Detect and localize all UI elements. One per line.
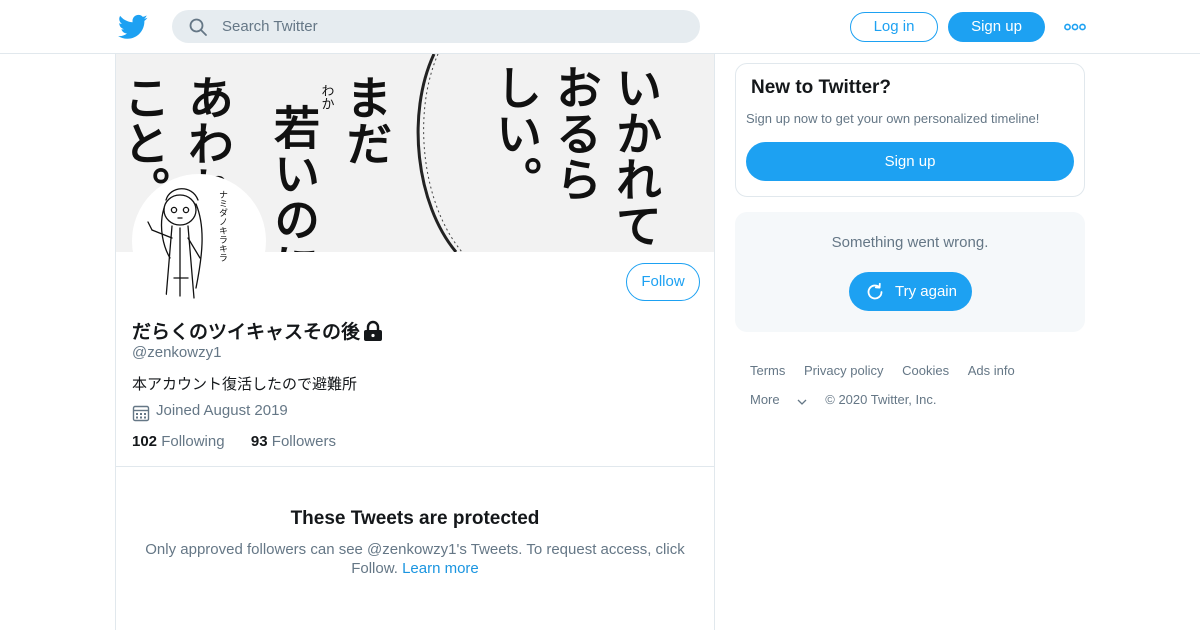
try-again-button[interactable]: Try again [849, 272, 972, 311]
footer-more-menu[interactable]: More [750, 392, 807, 408]
footer-more-label: More [750, 392, 780, 407]
following-label: Following [161, 433, 225, 450]
login-button[interactable]: Log in [850, 12, 938, 42]
joined-date: Joined August 2019 [156, 402, 288, 419]
refresh-icon [867, 282, 883, 300]
search-box[interactable] [172, 10, 700, 43]
try-again-label: Try again [895, 283, 957, 300]
protected-title: These Tweets are protected [290, 508, 540, 529]
footer-link-cookies[interactable]: Cookies [902, 363, 949, 379]
banner-column-6: おるら [549, 64, 603, 202]
followers-link[interactable]: 93 Followers [251, 433, 336, 450]
profile-handle: @zenkowzy1 [132, 344, 222, 361]
footer: Terms Privacy policy Cookies Ads info Mo… [750, 363, 1080, 421]
footer-link-ads-info[interactable]: Ads info [968, 363, 1015, 379]
more-dots-icon[interactable] [1064, 22, 1086, 32]
search-input[interactable] [222, 10, 682, 43]
calendar-icon [132, 405, 150, 422]
lock-icon [364, 320, 382, 341]
section-divider [116, 466, 714, 467]
following-count: 102 [132, 433, 158, 450]
new-to-twitter-subtitle: Sign up now to get your own personalized… [746, 111, 1040, 126]
footer-copyright: © 2020 Twitter, Inc. [825, 392, 937, 407]
followers-label: Followers [271, 433, 336, 450]
new-to-twitter-title: New to Twitter? [751, 77, 892, 98]
search-icon [189, 18, 207, 36]
banner-column-7: いかれて [609, 64, 663, 248]
banner-ruby: わか [319, 84, 335, 110]
profile-display-name: だらくのツイキャスその後 [132, 322, 361, 343]
follow-counts: 102 Following 93 Followers [132, 433, 336, 450]
banner-column-3: 若いのに [267, 104, 321, 252]
banner-column-5: しい。 [489, 64, 543, 202]
avatar[interactable]: ナミダノキラキラ [132, 174, 266, 308]
sidebar-signup-button[interactable]: Sign up [746, 142, 1074, 181]
protected-message: Only approved followers can see @zenkowz… [136, 540, 694, 578]
top-navigation-bar: Log in Sign up [0, 0, 1200, 54]
footer-link-privacy[interactable]: Privacy policy [804, 363, 883, 379]
avatar-sketch: ナミダノキラキラ [136, 178, 262, 304]
banner-column-4: まだ [339, 74, 393, 166]
signup-button[interactable]: Sign up [948, 12, 1045, 42]
footer-link-terms[interactable]: Terms [750, 363, 785, 379]
avatar-sketch-text: ナミダノキラキラ [217, 190, 228, 262]
twitter-bird-icon[interactable] [118, 12, 148, 42]
error-card: Something went wrong. Try again [735, 212, 1085, 332]
follow-button[interactable]: Follow [626, 263, 700, 301]
followers-count: 93 [250, 433, 268, 450]
error-message: Something went wrong. [831, 234, 989, 251]
following-link[interactable]: 102 Following [132, 433, 229, 450]
profile-bio: 本アカウント復活したので避難所 [132, 376, 358, 393]
new-to-twitter-card: New to Twitter? Sign up now to get your … [735, 63, 1085, 197]
profile-column: こと。 あわれ 若いのに まだ しい。 おるら いかれて わか ナミダノキラキラ… [115, 54, 715, 630]
learn-more-link[interactable]: Learn more [402, 560, 479, 577]
chevron-down-icon [797, 399, 807, 405]
